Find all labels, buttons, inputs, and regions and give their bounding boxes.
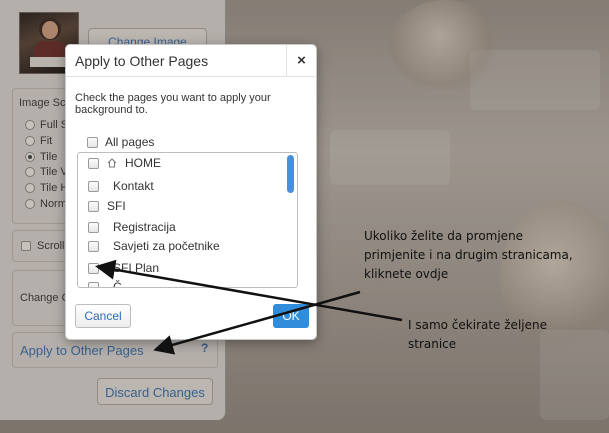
annotation-line: Ukoliko želite da promjene	[364, 229, 524, 243]
arrow-to-apply-link	[153, 290, 361, 355]
annotation-line: stranice	[408, 337, 457, 351]
annotation-line: I samo čekirate željene	[408, 318, 547, 332]
annotation-arrows	[95, 259, 403, 355]
annotation-note-apply: Ukoliko želite da promjene primjenite i …	[364, 227, 573, 284]
annotation-line: primjenite i na drugim stranicama,	[364, 248, 573, 262]
annotation-note-check: I samo čekirate željene stranice	[408, 316, 547, 354]
annotation-line: kliknete ovdje	[364, 267, 449, 281]
